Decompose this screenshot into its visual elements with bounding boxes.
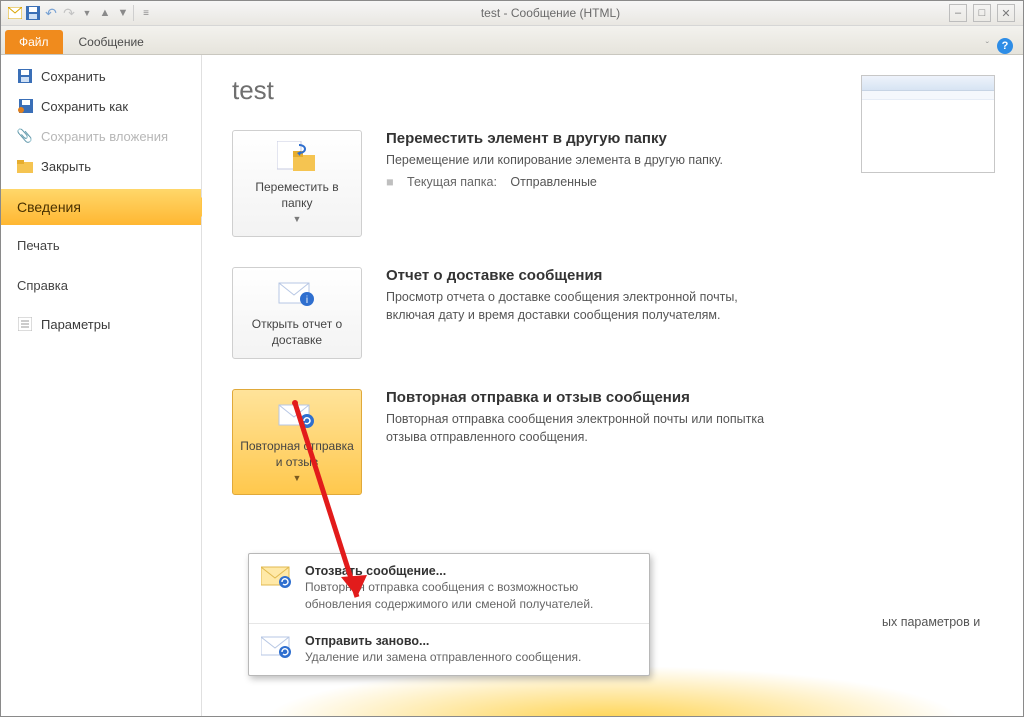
truncated-text: ых параметров и xyxy=(862,615,980,629)
sidebar-save-attachments-label: Сохранить вложения xyxy=(41,129,168,144)
delivery-report-button[interactable]: i Открыть отчет о доставке xyxy=(232,267,362,359)
resend-recall-label: Повторная отправка и отзыв xyxy=(239,438,355,470)
section-move-text: Переместить элемент в другую папку Перем… xyxy=(386,130,723,189)
sidebar-print-label: Печать xyxy=(17,238,60,253)
minimize-ribbon-icon[interactable]: ˇ xyxy=(986,41,989,52)
close-button[interactable]: ✕ xyxy=(997,4,1015,22)
svg-text:i: i xyxy=(306,295,308,306)
tab-message[interactable]: Сообщение xyxy=(65,30,158,54)
title-bar: ↶ ↷ ▼ ▲ ▼ ≡ test - Сообщение (HTML) – □ … xyxy=(1,1,1023,26)
dropdown-recall-message[interactable]: Отозвать сообщение... Повторная отправка… xyxy=(249,554,649,624)
resend-recall-button[interactable]: Повторная отправка и отзыв ▼ xyxy=(232,389,362,496)
sidebar-help-label: Справка xyxy=(17,278,68,293)
mail-icon xyxy=(7,5,23,21)
delivery-report-icon: i xyxy=(277,278,317,310)
maximize-button[interactable]: □ xyxy=(973,4,991,22)
qat-customize-icon[interactable]: ≡ xyxy=(133,5,154,21)
next-item-icon[interactable]: ▼ xyxy=(115,5,131,21)
section-delivery-heading: Отчет о доставке сообщения xyxy=(386,267,766,284)
sidebar-save-as[interactable]: Сохранить как xyxy=(1,91,201,121)
dropdown-recall-desc: Повторная отправка сообщения с возможнос… xyxy=(305,579,637,613)
close-folder-icon xyxy=(17,158,33,174)
current-folder-meta: ■ Текущая папка: Отправленные xyxy=(386,175,723,189)
app-window: ↶ ↷ ▼ ▲ ▼ ≡ test - Сообщение (HTML) – □ … xyxy=(0,0,1024,717)
dropdown-resend-message[interactable]: Отправить заново... Удаление или замена … xyxy=(249,624,649,676)
dropdown-resend-desc: Удаление или замена отправленного сообще… xyxy=(305,649,637,666)
dropdown-resend-title: Отправить заново... xyxy=(305,634,637,648)
section-resend-heading: Повторная отправка и отзыв сообщения xyxy=(386,389,766,406)
backstage-body: Сохранить Сохранить как 📎 Сохранить влож… xyxy=(1,55,1023,716)
chevron-down-icon: ▼ xyxy=(293,472,302,484)
save-icon xyxy=(17,68,33,84)
section-resend-recall: Повторная отправка и отзыв ▼ Повторная о… xyxy=(232,389,993,496)
previous-item-icon[interactable]: ▲ xyxy=(97,5,113,21)
delivery-report-label: Открыть отчет о доставке xyxy=(239,316,355,348)
sidebar-save-attachments: 📎 Сохранить вложения xyxy=(1,121,201,151)
section-resend-text: Повторная отправка и отзыв сообщения Пов… xyxy=(386,389,766,452)
sidebar-close[interactable]: Закрыть xyxy=(1,151,201,181)
sidebar-info-label: Сведения xyxy=(17,199,81,215)
save-icon[interactable] xyxy=(25,5,41,21)
save-as-icon xyxy=(17,98,33,114)
dropdown-recall-title: Отозвать сообщение... xyxy=(305,564,637,578)
window-title: test - Сообщение (HTML) xyxy=(160,6,941,20)
preview-ribbon xyxy=(862,91,994,100)
move-folder-icon xyxy=(277,141,317,173)
sidebar-options-label: Параметры xyxy=(41,317,110,332)
section-delivery-text: Отчет о доставке сообщения Просмотр отче… xyxy=(386,267,766,330)
sidebar-print[interactable]: Печать xyxy=(1,225,201,265)
minimize-button[interactable]: – xyxy=(949,4,967,22)
section-delivery-report: i Открыть отчет о доставке Отчет о доста… xyxy=(232,267,993,359)
tab-file[interactable]: Файл xyxy=(5,30,63,54)
ribbon-tabs: Файл Сообщение ˇ ? xyxy=(1,26,1023,55)
sidebar-save-as-label: Сохранить как xyxy=(41,99,128,114)
sidebar-close-label: Закрыть xyxy=(41,159,91,174)
current-folder-value: Отправленные xyxy=(510,175,596,189)
sidebar-info-selected[interactable]: Сведения xyxy=(1,189,201,225)
attachment-icon: 📎 xyxy=(17,128,33,144)
chevron-down-icon: ▼ xyxy=(293,213,302,225)
bullet-icon: ■ xyxy=(386,175,394,189)
sidebar-help[interactable]: Справка xyxy=(1,265,201,305)
sidebar-options[interactable]: Параметры xyxy=(1,309,201,339)
qat-dropdown-icon[interactable]: ▼ xyxy=(79,5,95,21)
undo-icon[interactable]: ↶ xyxy=(43,5,59,21)
message-preview-thumbnail[interactable] xyxy=(861,75,995,173)
sidebar-save-label: Сохранить xyxy=(41,69,106,84)
section-move-heading: Переместить элемент в другую папку xyxy=(386,130,723,147)
preview-titlebar xyxy=(862,76,994,91)
options-icon xyxy=(17,316,33,332)
move-to-folder-label: Переместить в папку xyxy=(239,179,355,211)
sidebar-save[interactable]: Сохранить xyxy=(1,61,201,91)
move-to-folder-button[interactable]: Переместить в папку ▼ xyxy=(232,130,362,237)
section-move-desc: Перемещение или копирование элемента в д… xyxy=(386,151,723,169)
backstage-sidebar: Сохранить Сохранить как 📎 Сохранить влож… xyxy=(1,55,202,716)
recall-icon xyxy=(261,564,293,590)
help-icon[interactable]: ? xyxy=(997,38,1013,54)
resend-icon xyxy=(261,634,293,660)
current-folder-label: Текущая папка: xyxy=(407,175,497,189)
quick-access-toolbar: ↶ ↷ ▼ ▲ ▼ ≡ xyxy=(1,5,160,21)
redo-icon[interactable]: ↷ xyxy=(61,5,77,21)
section-resend-desc: Повторная отправка сообщения электронной… xyxy=(386,410,766,446)
window-controls: – □ ✕ xyxy=(941,4,1023,22)
resend-recall-dropdown: Отозвать сообщение... Повторная отправка… xyxy=(248,553,650,676)
resend-recall-icon xyxy=(277,400,317,432)
section-delivery-desc: Просмотр отчета о доставке сообщения эле… xyxy=(386,288,766,324)
